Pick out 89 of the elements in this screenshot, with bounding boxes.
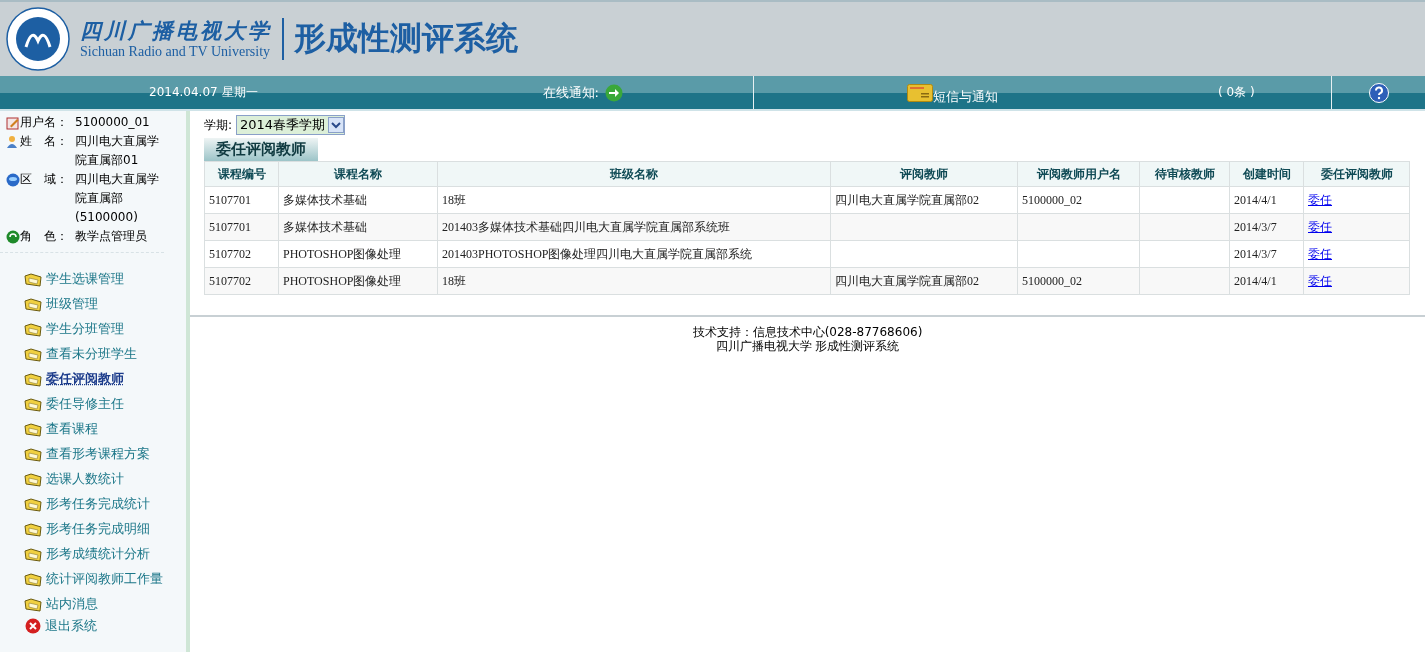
- footer-system-name: 四川广播电视大学 形成性测评系统: [715, 339, 900, 353]
- menu-item[interactable]: 选课人数统计: [46, 471, 124, 488]
- university-logo-icon: [6, 7, 70, 71]
- refresh-icon: [6, 230, 20, 244]
- table-cell: 5100000_02: [1022, 192, 1082, 207]
- appoint-link[interactable]: 委任: [1308, 192, 1332, 207]
- info-value: 教学点管理员: [75, 228, 148, 245]
- menu-item[interactable]: 班级管理: [46, 296, 98, 313]
- menu-item[interactable]: 委任导修主任: [46, 396, 124, 413]
- info-label: 姓 名：: [20, 133, 69, 150]
- appoint-link[interactable]: 委任: [1308, 273, 1332, 288]
- table-cell: 多媒体技术基础: [283, 219, 367, 234]
- table-cell: PHOTOSHOP图像处理: [283, 273, 402, 288]
- table-cell: 18班: [442, 273, 466, 288]
- column-header: 班级名称: [437, 161, 831, 187]
- person-icon: [6, 135, 20, 149]
- table-cell: 5107702: [209, 246, 251, 261]
- info-value: 四川电大直属学院直属部(5100000): [75, 171, 160, 226]
- folder-icon: [24, 347, 42, 362]
- date-text: 2014.04.07 星期一: [149, 84, 258, 101]
- column-header: 创建时间: [1229, 161, 1304, 187]
- table-cell: PHOTOSHOP图像处理: [283, 246, 402, 261]
- table-cell: 四川电大直属学院直属部02: [835, 273, 979, 288]
- table-cell: 201403PHOTOSHOP图像处理四川电大直属学院直属部系统: [442, 246, 753, 261]
- column-header: 评阅教师用户名: [1017, 161, 1140, 187]
- university-english-name: Sichuan Radio and TV University: [80, 44, 272, 60]
- appoint-link[interactable]: 委任: [1308, 246, 1332, 261]
- column-header: 评阅教师: [830, 161, 1018, 187]
- term-label: 学期:: [204, 116, 233, 134]
- menu-item[interactable]: 形考任务完成明细: [46, 521, 150, 538]
- menu-item[interactable]: 形考任务完成统计: [46, 496, 150, 513]
- column-header: 待审核教师: [1139, 161, 1230, 187]
- menu-item[interactable]: 学生选课管理: [46, 271, 124, 288]
- folder-icon: [24, 297, 42, 312]
- table-cell: 5107701: [209, 219, 251, 234]
- table-cell: 5107702: [209, 273, 251, 288]
- menu-item[interactable]: 查看形考课程方案: [46, 446, 150, 463]
- close-icon: [25, 618, 41, 634]
- menu-item[interactable]: 站内消息: [46, 596, 98, 613]
- folder-icon: [24, 572, 42, 587]
- folder-icon: [24, 497, 42, 512]
- university-name: 四川广播电视大学: [80, 18, 272, 44]
- folder-icon: [24, 597, 42, 612]
- menu-item[interactable]: 退出系统: [45, 617, 97, 635]
- folder-icon: [24, 372, 42, 387]
- help-icon[interactable]: [1368, 82, 1389, 103]
- table-cell: 多媒体技术基础: [283, 192, 367, 207]
- info-label: 角 色：: [20, 228, 69, 245]
- support-text: 技术支持：信息技术中心(028-87768606): [692, 325, 923, 339]
- info-label: 区 域：: [20, 171, 69, 188]
- column-header: 课程名称: [278, 161, 438, 187]
- folder-icon: [24, 322, 42, 337]
- info-label: 用户名：: [20, 114, 69, 131]
- column-header: 委任评阅教师: [1303, 161, 1410, 187]
- table-cell: 四川电大直属学院直属部02: [835, 192, 979, 207]
- folder-icon: [24, 272, 42, 287]
- table-cell: 2014/4/1: [1234, 273, 1277, 288]
- envelope-icon: [907, 83, 933, 102]
- info-value: 四川电大直属学院直属部01: [75, 133, 160, 169]
- table-cell: 18班: [442, 192, 466, 207]
- appoint-link[interactable]: 委任: [1308, 219, 1332, 234]
- table-cell: 2014/4/1: [1234, 192, 1277, 207]
- table-cell: 5100000_02: [1022, 273, 1082, 288]
- menu-item[interactable]: 形考成绩统计分析: [46, 546, 150, 563]
- folder-icon: [24, 447, 42, 462]
- folder-icon: [24, 472, 42, 487]
- info-value: 5100000_01: [75, 114, 151, 131]
- table-cell: 2014/3/7: [1234, 246, 1277, 261]
- message-count: ( 0条 ): [1218, 84, 1255, 101]
- notepad-icon: [6, 116, 20, 130]
- folder-icon: [24, 422, 42, 437]
- menu-item[interactable]: 查看课程: [46, 421, 98, 438]
- table-cell: 201403多媒体技术基础四川电大直属学院直属部系统班: [442, 219, 730, 234]
- folder-icon: [24, 397, 42, 412]
- messages-link[interactable]: 短信与通知: [933, 87, 998, 106]
- menu-item[interactable]: 统计评阅教师工作量: [46, 571, 163, 588]
- menu-item[interactable]: 委任评阅教师: [46, 371, 124, 388]
- system-title: 形成性测评系统: [294, 18, 518, 59]
- online-notice-label: 在线通知:: [542, 83, 599, 102]
- section-title: 委任评阅教师: [204, 138, 318, 161]
- table-cell: 2014/3/7: [1234, 219, 1277, 234]
- folder-icon: [24, 547, 42, 562]
- column-header: 课程编号: [204, 161, 279, 187]
- menu-item[interactable]: 学生分班管理: [46, 321, 124, 338]
- globe-icon: [6, 173, 20, 187]
- menu-item[interactable]: 查看未分班学生: [46, 346, 137, 363]
- table-cell: 5107701: [209, 192, 251, 207]
- folder-icon: [24, 522, 42, 537]
- term-select[interactable]: 2014春季学期: [236, 115, 346, 135]
